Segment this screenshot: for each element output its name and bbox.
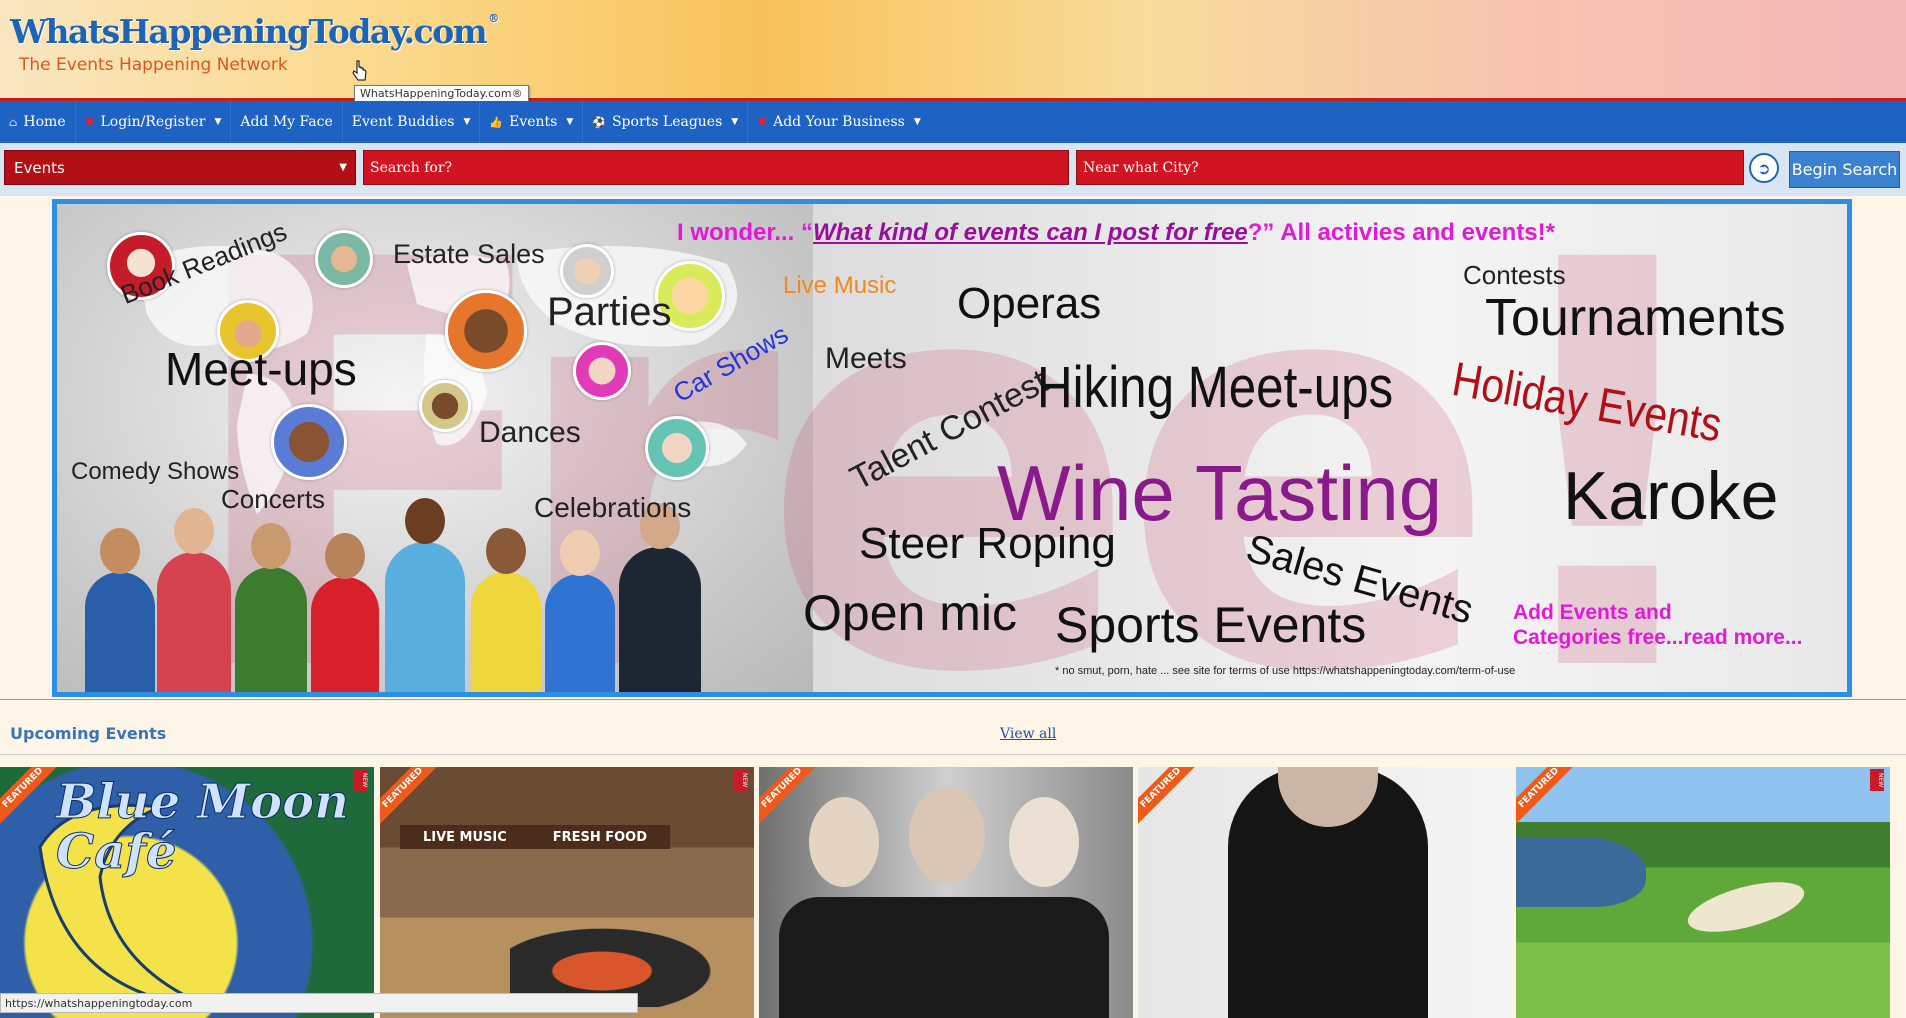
- word-celebrations: Celebrations: [534, 492, 692, 523]
- caret-down-icon: ▼: [214, 117, 222, 127]
- avatar-estate-sales: [315, 230, 373, 288]
- avatar-dances: [419, 380, 471, 432]
- nav-home[interactable]: ⌂ Home: [0, 101, 76, 143]
- word-concerts: Concerts: [221, 484, 326, 514]
- upcoming-events-title: Upcoming Events: [10, 724, 167, 743]
- nav-add-your-business[interactable]: ♥ Add Your Business ▼: [748, 101, 930, 143]
- nav-label: Add Your Business: [773, 114, 905, 130]
- word-open-mic: Open mic: [803, 585, 1017, 641]
- avatar-headphones: [573, 342, 631, 400]
- category-select-value: Events: [14, 158, 65, 177]
- nav-label: Events: [509, 114, 558, 130]
- promo-banner[interactable]: Free! I wonder... “What kind of events c: [52, 199, 1852, 697]
- locate-compass-icon[interactable]: ➲: [1749, 153, 1779, 183]
- golf-bunker: [1682, 872, 1810, 942]
- registered-mark: ®: [488, 12, 499, 25]
- word-meets: Meets: [825, 342, 907, 375]
- heart-icon: ♥: [757, 115, 768, 129]
- avatar-celebrations: [645, 416, 709, 480]
- event-card-live-music[interactable]: LIVE MUSIC FRESH FOOD FEATURED NEW: [380, 767, 754, 1018]
- section-divider: [0, 699, 1906, 700]
- new-badge: NEW: [734, 769, 748, 791]
- browser-status-bar: https://whatshappeningtoday.com: [0, 993, 638, 1013]
- caret-down-icon: ▼: [731, 117, 739, 127]
- home-icon: ⌂: [9, 115, 18, 129]
- word-steer-roping: Steer Roping: [859, 519, 1116, 568]
- soccer-ball-icon: ⚽: [592, 115, 606, 129]
- golf-pond: [1516, 837, 1646, 907]
- nav-label: Home: [23, 114, 66, 130]
- banner-disclaimer: * no smut, porn, hate ... see site for t…: [1055, 665, 1516, 677]
- word-parties: Parties: [547, 290, 672, 334]
- category-select[interactable]: Events ▼: [4, 150, 356, 185]
- caret-down-icon: ▼: [463, 117, 471, 127]
- word-comedy-shows: Comedy Shows: [71, 458, 240, 485]
- caret-down-icon: ▼: [566, 117, 574, 127]
- band-member-2: [909, 787, 985, 883]
- nav-add-my-face[interactable]: Add My Face: [231, 101, 343, 143]
- nav-login-register[interactable]: ♥ Login/Register ▼: [76, 101, 232, 143]
- site-logo[interactable]: WhatsHappeningToday.com ®: [10, 12, 499, 51]
- live-music-sign: LIVE MUSIC FRESH FOOD: [400, 825, 670, 849]
- word-estate-sales: Estate Sales: [393, 239, 545, 269]
- view-all-link[interactable]: View all: [1000, 726, 1056, 742]
- logo-text: WhatsHappeningToday.com: [10, 12, 488, 51]
- avatar-parties: [445, 290, 527, 372]
- blue-moon-caption: Blue Moon Café: [56, 774, 350, 881]
- new-badge: NEW: [354, 769, 368, 791]
- band-member-3: [1009, 797, 1079, 887]
- word-karoke: Karoke: [1563, 458, 1779, 534]
- word-meet-ups: Meet-ups: [165, 343, 357, 395]
- main-nav: ⌂ Home ♥ Login/Register ▼ Add My Face Ev…: [0, 101, 1906, 143]
- nav-event-buddies[interactable]: Event Buddies ▼: [343, 101, 481, 143]
- site-header: WhatsHappeningToday.com ® The Events Happ…: [0, 0, 1906, 102]
- featured-ribbon: FEATURED: [380, 767, 442, 827]
- logo-tooltip: WhatsHappeningToday.com®: [354, 85, 529, 102]
- word-live-music: Live Music: [783, 272, 897, 299]
- upcoming-events-cards: Blue Moon Café FEATURED NEW LIVE MUSIC F…: [0, 767, 1906, 1018]
- nav-events[interactable]: 👍 Events ▼: [480, 101, 584, 143]
- band-member-1: [809, 797, 879, 887]
- city-input[interactable]: [1076, 150, 1744, 185]
- nav-label: Event Buddies: [351, 114, 455, 130]
- banner-add-events-link[interactable]: Add Events and Categories free...read mo…: [1513, 600, 1802, 650]
- search-input[interactable]: [363, 150, 1069, 185]
- featured-ribbon: FEATURED: [759, 767, 821, 827]
- caret-down-icon: ▼: [913, 117, 921, 127]
- nav-label: Login/Register: [100, 114, 206, 130]
- nav-label: Sports Leagues: [611, 114, 723, 130]
- word-sports-events: Sports Events: [1055, 597, 1367, 653]
- event-card-blue-moon-cafe[interactable]: Blue Moon Café FEATURED NEW: [0, 767, 374, 1018]
- event-card-golf-course[interactable]: FEATURED NEW: [1516, 767, 1890, 1018]
- word-dances: Dances: [479, 416, 581, 449]
- word-tournaments: Tournaments: [1485, 289, 1786, 347]
- section-divider: [0, 754, 1906, 755]
- mouse-cursor-icon: [352, 60, 367, 81]
- featured-ribbon: FEATURED: [1138, 767, 1200, 827]
- featured-ribbon: FEATURED: [1516, 767, 1578, 827]
- word-hiking-meet-ups: Hiking Meet-ups: [1037, 355, 1394, 420]
- thumbs-up-icon: 👍: [489, 115, 504, 129]
- search-bar: Events ▼ ➲ Begin Search: [0, 143, 1906, 196]
- event-card-musician[interactable]: FEATURED: [1138, 767, 1512, 1018]
- avatar-concerts: [271, 404, 347, 480]
- word-operas: Operas: [957, 279, 1102, 328]
- caret-down-icon: ▼: [339, 162, 347, 173]
- word-contests: Contests: [1463, 260, 1566, 290]
- banner-headline-link[interactable]: What kind of events can I post for free: [813, 219, 1248, 246]
- event-card-band[interactable]: FEATURED: [759, 767, 1133, 1018]
- begin-search-button[interactable]: Begin Search: [1789, 151, 1900, 188]
- new-badge: NEW: [1870, 769, 1884, 791]
- band-bodies: [779, 897, 1109, 1018]
- site-tagline: The Events Happening Network: [19, 55, 288, 75]
- heart-icon: ♥: [84, 115, 95, 129]
- nav-sports-leagues[interactable]: ⚽ Sports Leagues ▼: [583, 101, 749, 143]
- banner-headline: I wonder... “What kind of events can I p…: [677, 219, 1555, 246]
- nav-label: Add My Face: [240, 114, 333, 130]
